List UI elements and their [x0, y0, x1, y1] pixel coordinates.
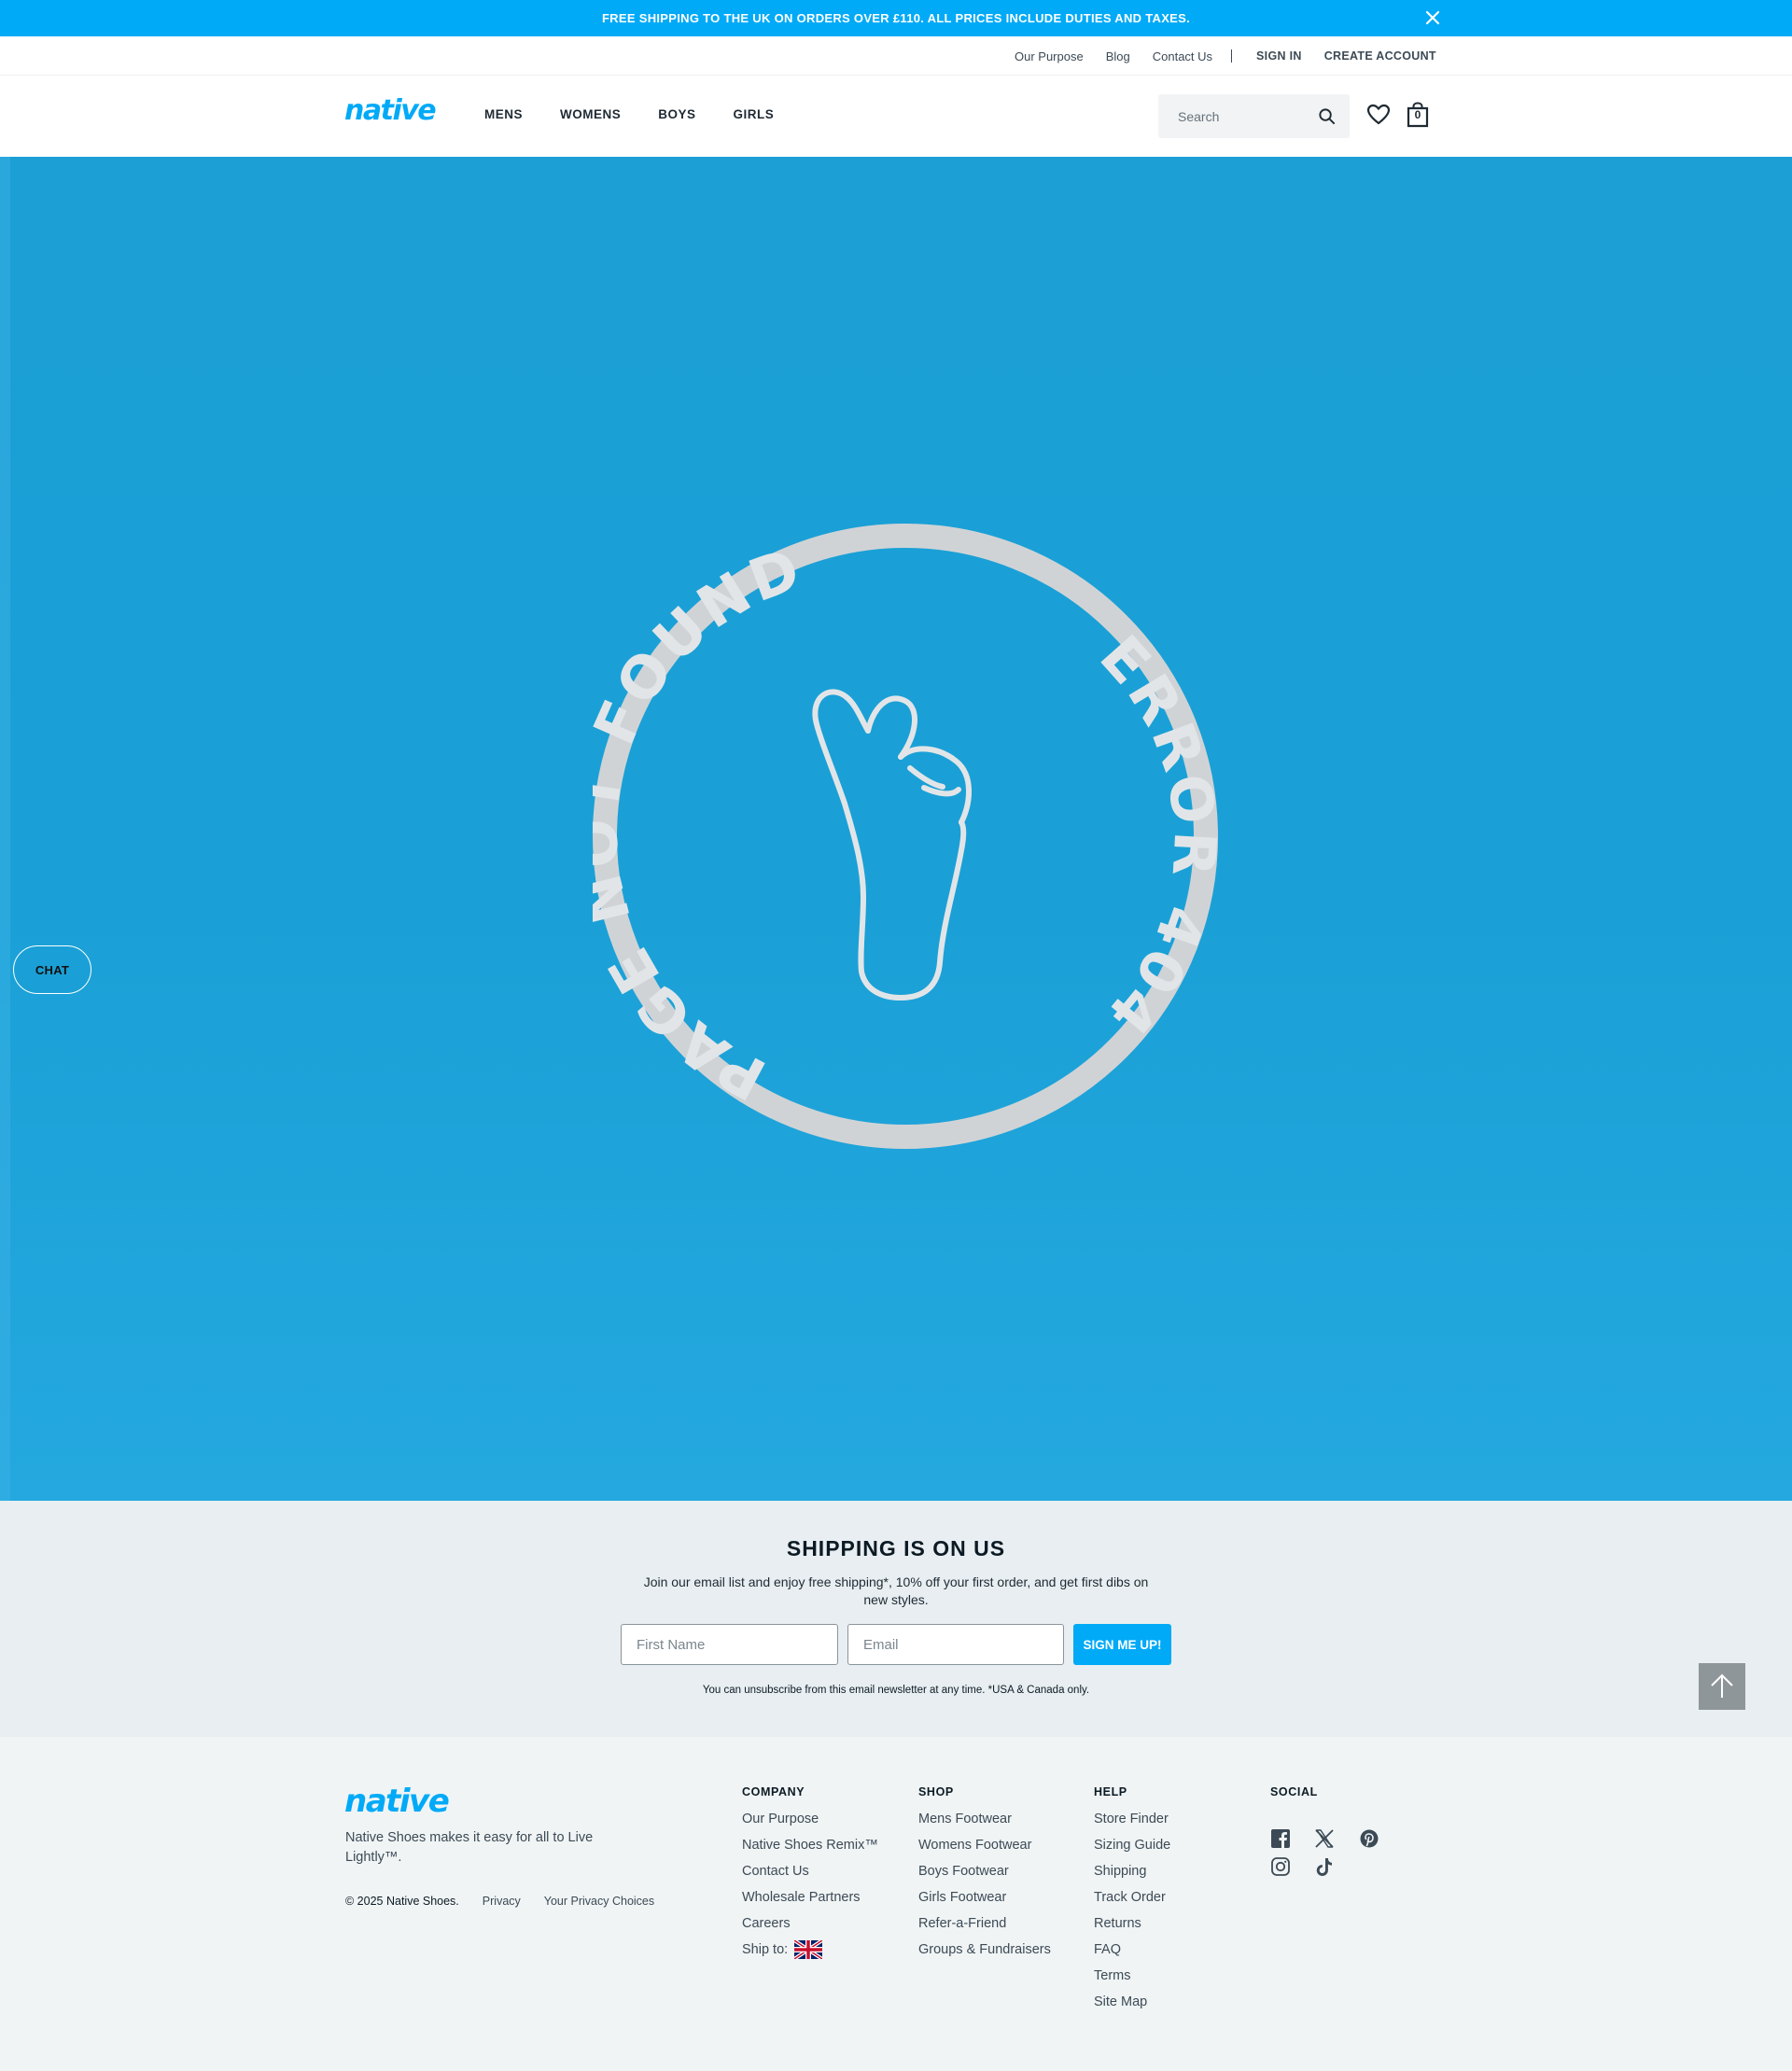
copyright: © 2025 Native Shoes. — [345, 1895, 459, 1908]
email-field[interactable] — [847, 1624, 1064, 1665]
newsletter-title: SHIPPING IS ON US — [786, 1536, 1006, 1560]
newsletter-section: SHIPPING IS ON US Join our email list an… — [0, 1501, 1792, 1737]
first-name-field[interactable] — [621, 1624, 838, 1665]
svg-text:PAGE NOT FOUND: PAGE NOT FOUND — [593, 534, 812, 1113]
search-icon[interactable] — [1318, 107, 1336, 125]
footer-col-help: HELP Store Finder Sizing Guide Shipping … — [1094, 1785, 1170, 2015]
footer-link[interactable]: Site Map — [1094, 1989, 1170, 2015]
cart-button[interactable]: 0 — [1406, 102, 1430, 128]
divider — [1231, 49, 1233, 63]
main-nav: native MENS WOMENS BOYS GIRLS 0 — [0, 76, 1792, 157]
cart-count: 0 — [1414, 108, 1421, 121]
footer-link[interactable]: Shipping — [1094, 1858, 1170, 1884]
tiktok-icon[interactable] — [1314, 1856, 1335, 1877]
footer-col-social: SOCIAL — [1270, 1785, 1318, 1806]
footer-link[interactable]: Wholesale Partners — [742, 1884, 878, 1910]
nav-item-mens[interactable]: MENS — [484, 107, 523, 121]
footer-col-shop: SHOP Mens Footwear Womens Footwear Boys … — [918, 1785, 1051, 1963]
close-icon[interactable] — [1424, 9, 1441, 26]
ship-to-label: Ship to: — [742, 1942, 789, 1957]
search-box — [1158, 94, 1350, 138]
footer-link[interactable]: FAQ — [1094, 1937, 1170, 1963]
nav-item-girls[interactable]: GIRLS — [734, 107, 775, 121]
wishlist-heart-icon[interactable] — [1366, 104, 1391, 126]
category-menu: MENS WOMENS BOYS GIRLS — [484, 76, 811, 153]
footer-logo[interactable]: native — [344, 1783, 450, 1820]
nav-item-boys[interactable]: BOYS — [658, 107, 695, 121]
foot-icon — [812, 689, 972, 1001]
utility-link-contact-us[interactable]: Contact Us — [1153, 49, 1212, 63]
chat-button[interactable]: CHAT — [13, 945, 91, 994]
footer-link[interactable]: Track Order — [1094, 1884, 1170, 1910]
newsletter-subtitle: Join our email list and enjoy free shipp… — [643, 1574, 1149, 1607]
announcement-bar: FREE SHIPPING TO THE UK ON ORDERS OVER £… — [0, 0, 1792, 36]
footer-col-title: SOCIAL — [1270, 1785, 1318, 1798]
badge-text-page-not-found: PAGE NOT FOUND — [593, 534, 808, 1113]
footer-col-title: HELP — [1094, 1785, 1127, 1798]
footer-link[interactable]: Careers — [742, 1910, 878, 1937]
footer-col-title: SHOP — [918, 1785, 954, 1798]
hero-edge — [0, 157, 10, 1501]
sign-in-link[interactable]: SIGN IN — [1256, 49, 1302, 63]
svg-text:ERROR 404: ERROR 404 — [1086, 623, 1218, 1051]
facebook-icon[interactable] — [1270, 1828, 1291, 1849]
footer-link[interactable]: Refer-a-Friend — [918, 1910, 1051, 1937]
sign-up-button[interactable]: SIGN ME UP! — [1073, 1624, 1171, 1665]
utility-nav: Our Purpose Blog Contact Us SIGN IN CREA… — [0, 36, 1792, 76]
privacy-choices-link[interactable]: Your Privacy Choices — [544, 1895, 654, 1908]
footer-link[interactable]: Store Finder — [1094, 1806, 1170, 1832]
site-footer: native Native Shoes makes it easy for al… — [0, 1737, 1792, 2071]
footer-link[interactable]: Sizing Guide — [1094, 1832, 1170, 1858]
footer-link[interactable]: Mens Footwear — [918, 1806, 1051, 1832]
footer-link[interactable]: Boys Footwear — [918, 1858, 1051, 1884]
footer-link[interactable]: Womens Footwear — [918, 1832, 1051, 1858]
footer-link[interactable]: Returns — [1094, 1910, 1170, 1937]
back-to-top-button[interactable] — [1699, 1663, 1745, 1710]
footer-tagline: Native Shoes makes it easy for all to Li… — [345, 1830, 594, 1865]
social-icons — [1270, 1828, 1401, 1884]
arrow-up-icon — [1711, 1673, 1733, 1698]
footer-link[interactable]: Groups & Fundraisers — [918, 1937, 1051, 1963]
footer-col-company: COMPANY Our Purpose Native Shoes Remix™ … — [742, 1785, 878, 1963]
utility-link-blog[interactable]: Blog — [1106, 49, 1130, 63]
utility-link-our-purpose[interactable]: Our Purpose — [1015, 49, 1084, 63]
uk-flag-icon — [794, 1940, 823, 1959]
x-icon[interactable] — [1314, 1828, 1335, 1849]
newsletter-fine-print: You can unsubscribe from this email news… — [702, 1685, 1090, 1696]
logo[interactable]: native — [344, 94, 437, 127]
create-account-link[interactable]: CREATE ACCOUNT — [1324, 49, 1436, 63]
page-not-found-badge: PAGE NOT FOUND ERROR 404 — [593, 524, 1218, 1149]
error-404-hero: PAGE NOT FOUND ERROR 404 — [0, 157, 1792, 1501]
footer-link[interactable]: Native Shoes Remix™ — [742, 1832, 878, 1858]
nav-item-womens[interactable]: WOMENS — [560, 107, 621, 121]
badge-text-error-404: ERROR 404 — [1086, 623, 1218, 1051]
announcement-text: FREE SHIPPING TO THE UK ON ORDERS OVER £… — [601, 11, 1191, 25]
pinterest-icon[interactable] — [1359, 1828, 1379, 1849]
privacy-link[interactable]: Privacy — [483, 1895, 521, 1908]
footer-legal: © 2025 Native Shoes. Privacy Your Privac… — [345, 1895, 678, 1908]
footer-link[interactable]: Our Purpose — [742, 1806, 878, 1832]
footer-link[interactable]: Girls Footwear — [918, 1884, 1051, 1910]
footer-col-title: COMPANY — [742, 1785, 805, 1798]
search-input[interactable] — [1158, 94, 1312, 138]
instagram-icon[interactable] — [1270, 1856, 1291, 1877]
footer-link[interactable]: Contact Us — [742, 1858, 878, 1884]
ship-to-selector[interactable]: Ship to: — [742, 1937, 878, 1963]
footer-link[interactable]: Terms — [1094, 1963, 1170, 1989]
